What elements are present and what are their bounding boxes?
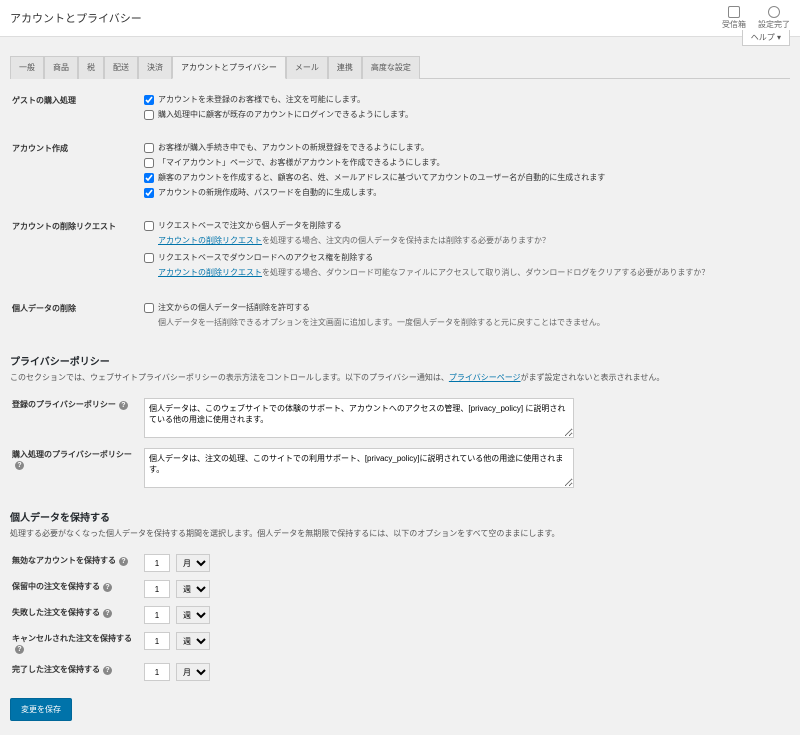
registration-policy-label: 登録のプライバシーポリシー [12, 400, 116, 409]
help-icon[interactable]: ? [119, 401, 128, 410]
retention-heading: 個人データを保持する [10, 509, 790, 524]
retain-pending-unit[interactable]: 週 [176, 580, 210, 598]
help-icon[interactable]: ? [103, 666, 112, 675]
erasure-link-2[interactable]: アカウントの削除リクエスト [158, 268, 262, 277]
retain-failed-label: 失敗した注文を保持する [12, 608, 100, 617]
guest-checkout-label: ゲストの購入処理 [12, 91, 142, 127]
retain-inactive-unit[interactable]: 月 [176, 554, 210, 572]
help-icon[interactable]: ? [15, 461, 24, 470]
tab-6[interactable]: メール [286, 56, 328, 79]
retain-completed-label: 完了した注文を保持する [12, 665, 100, 674]
retain-cancelled-number[interactable] [144, 632, 170, 650]
retain-completed-number[interactable] [144, 663, 170, 681]
help-toggle[interactable]: ヘルプ ▾ [742, 30, 790, 46]
erasure-link-1[interactable]: アカウントの削除リクエスト [158, 236, 262, 245]
registration-policy-textarea[interactable] [144, 398, 574, 438]
tab-2[interactable]: 税 [78, 56, 104, 79]
personal-data-label: 個人データの削除 [12, 299, 142, 337]
help-icon[interactable]: ? [103, 583, 112, 592]
tab-5[interactable]: アカウントとプライバシー [172, 56, 286, 79]
retain-inactive-label: 無効なアカウントを保持する [12, 556, 116, 565]
retain-inactive-number[interactable] [144, 554, 170, 572]
checkbox-auto-username[interactable] [144, 173, 154, 183]
help-icon[interactable]: ? [103, 609, 112, 618]
tab-1[interactable]: 商品 [44, 56, 78, 79]
privacy-page-link[interactable]: プライバシーページ [449, 373, 521, 382]
account-creation-label: アカウント作成 [12, 139, 142, 205]
retain-cancelled-unit[interactable]: 週 [176, 632, 210, 650]
checkbox-register-myaccount[interactable] [144, 158, 154, 168]
inbox-button[interactable]: 受信箱 [722, 6, 746, 30]
tab-4[interactable]: 決済 [138, 56, 172, 79]
checkout-policy-textarea[interactable] [144, 448, 574, 488]
settings-tabs: 一般商品税配送決済アカウントとプライバシーメール連携高度な設定 [10, 55, 790, 79]
checkbox-auto-password[interactable] [144, 188, 154, 198]
retain-cancelled-label: キャンセルされた注文を保持する [12, 634, 132, 643]
retain-completed-unit[interactable]: 月 [176, 663, 210, 681]
tab-0[interactable]: 一般 [10, 56, 44, 79]
checkbox-erase-orders[interactable] [144, 221, 154, 231]
help-icon[interactable]: ? [119, 557, 128, 566]
checkbox-register-checkout[interactable] [144, 143, 154, 153]
retain-failed-unit[interactable]: 週 [176, 606, 210, 624]
checkout-policy-label: 購入処理のプライバシーポリシー [12, 450, 132, 459]
erasure-request-label: アカウントの削除リクエスト [12, 217, 142, 287]
checkbox-guest-allow[interactable] [144, 95, 154, 105]
retain-failed-number[interactable] [144, 606, 170, 624]
inbox-icon [728, 6, 740, 18]
checkbox-bulk-remove[interactable] [144, 303, 154, 313]
retain-pending-label: 保留中の注文を保持する [12, 582, 100, 591]
page-title: アカウントとプライバシー [10, 10, 142, 26]
checkbox-guest-login[interactable] [144, 110, 154, 120]
retain-pending-number[interactable] [144, 580, 170, 598]
privacy-policy-heading: プライバシーポリシー [10, 353, 790, 368]
save-button[interactable]: 変更を保存 [10, 698, 72, 721]
tab-8[interactable]: 高度な設定 [362, 56, 420, 79]
tab-3[interactable]: 配送 [104, 56, 138, 79]
help-icon[interactable]: ? [15, 645, 24, 654]
checkbox-erase-downloads[interactable] [144, 253, 154, 263]
tab-7[interactable]: 連携 [328, 56, 362, 79]
setup-button[interactable]: 設定完了 [758, 6, 790, 30]
check-circle-icon [768, 6, 780, 18]
